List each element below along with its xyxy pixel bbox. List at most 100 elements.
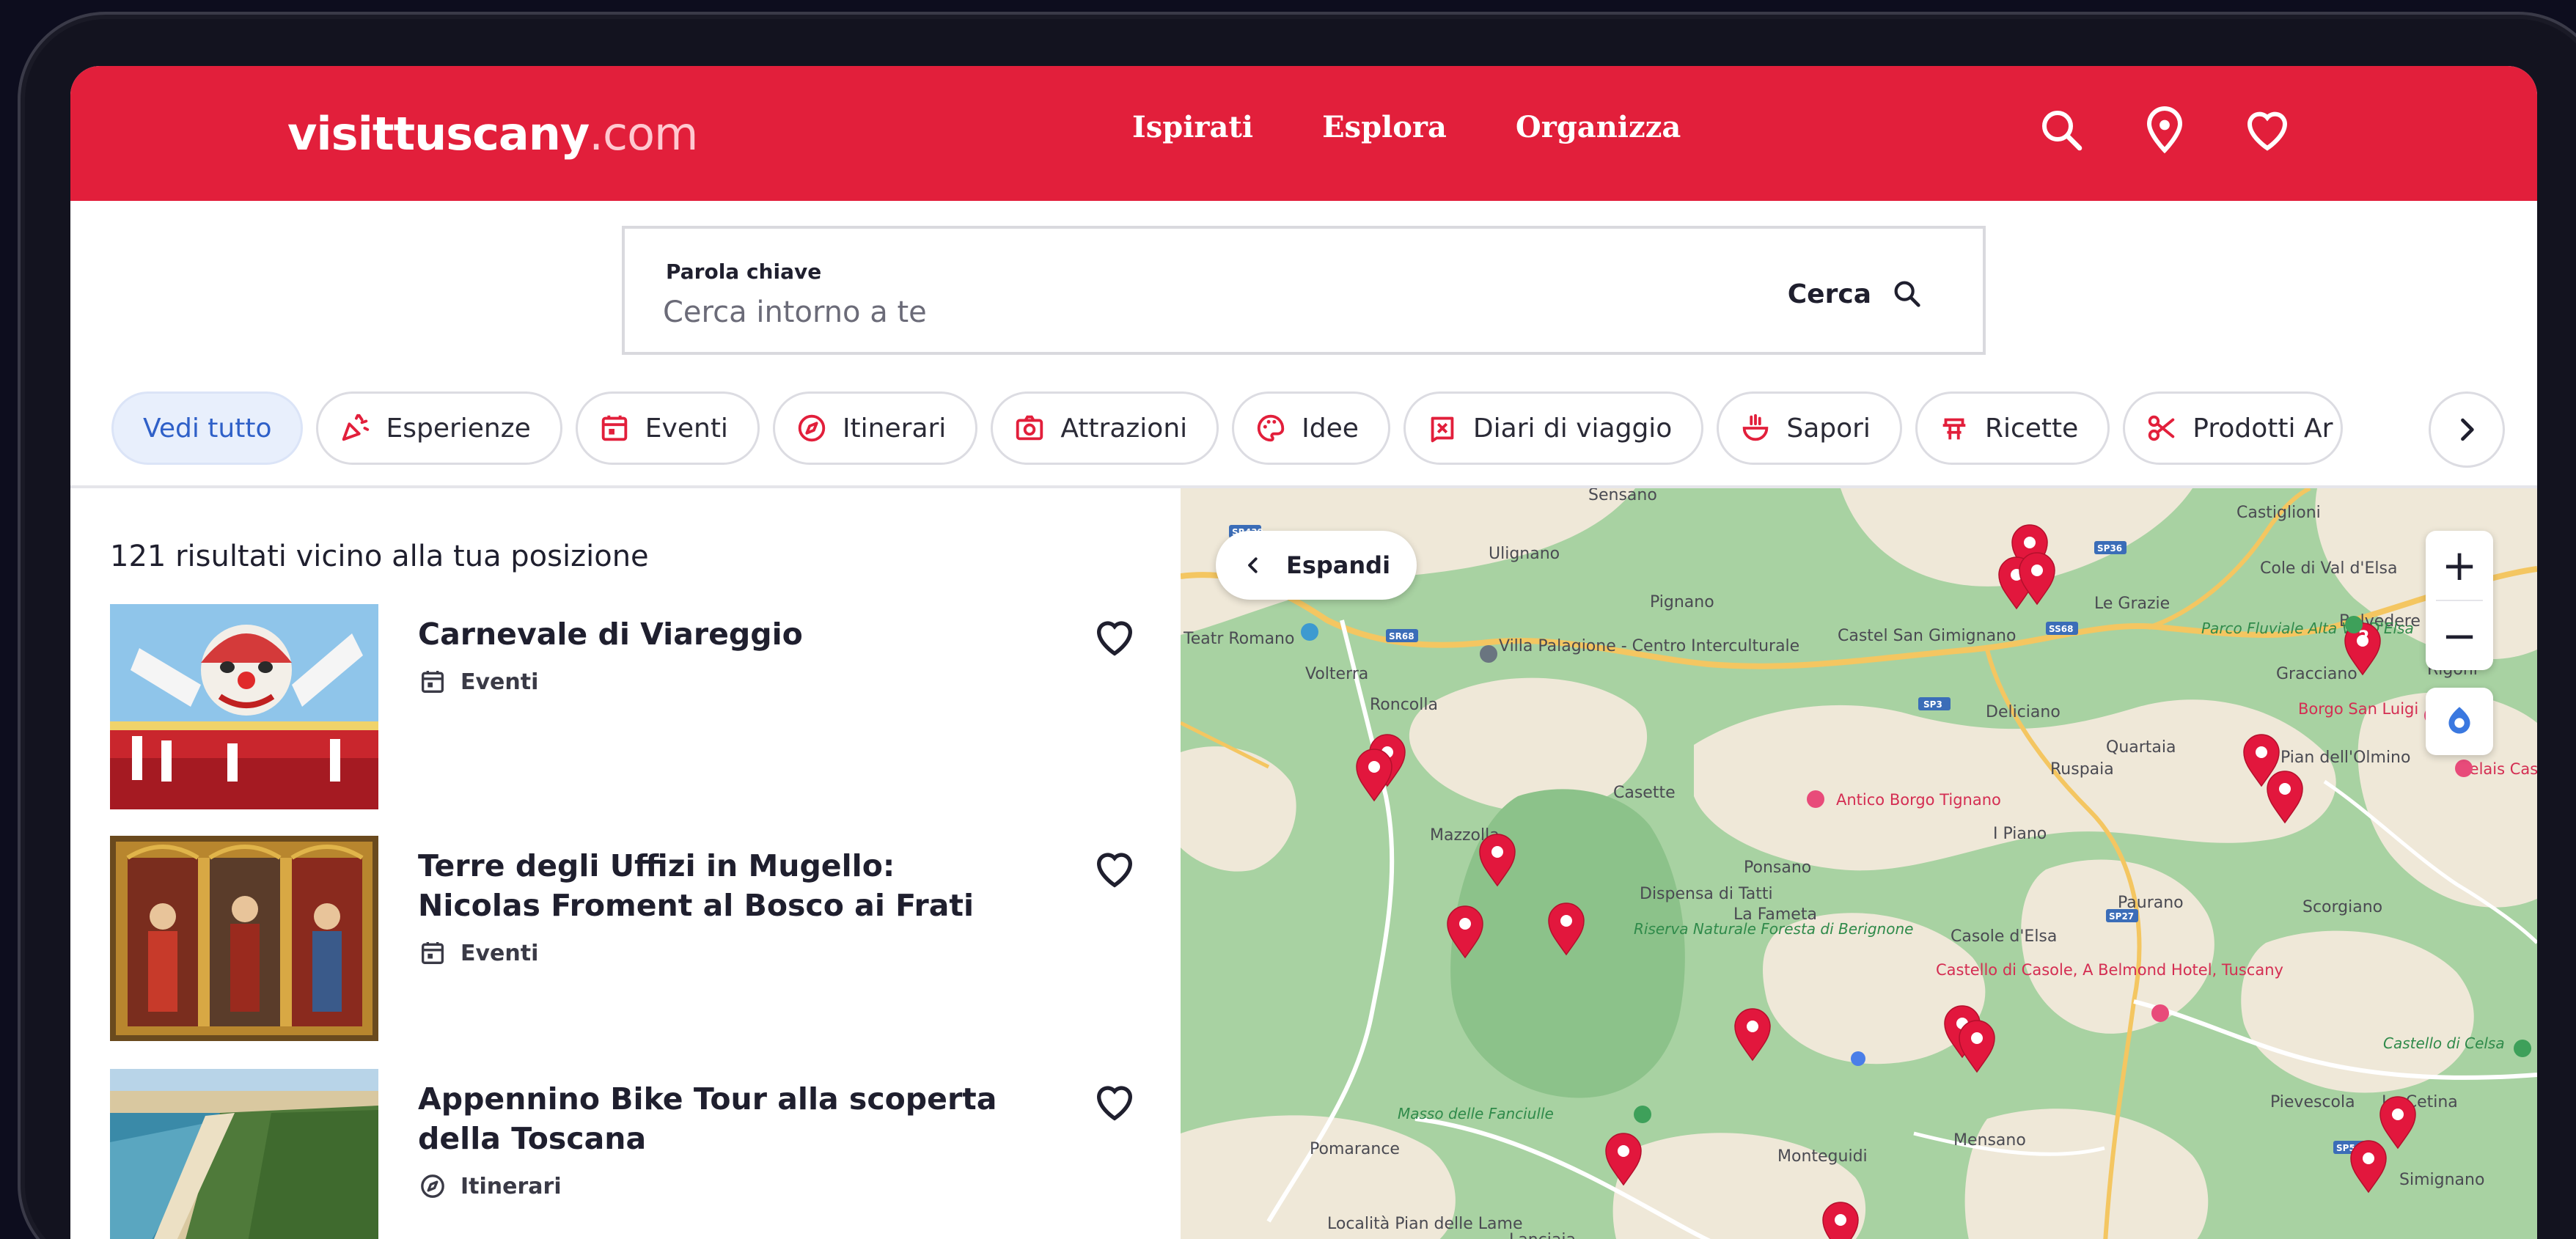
map-label: Cole di Val d'Elsa bbox=[2260, 559, 2397, 578]
map-label: Casette bbox=[1613, 784, 1676, 802]
map-label: Ruspaia bbox=[2050, 760, 2114, 779]
map-label: Masso delle Fanciulle bbox=[1398, 1105, 1554, 1122]
map-label: Villa Palagione - Centro Interculturale bbox=[1499, 637, 1799, 655]
poi-icon[interactable] bbox=[2345, 616, 2363, 633]
party-popper-icon bbox=[337, 411, 373, 446]
map-canvas[interactable]: SR439 SR68 SP36 SP3 SP27 SS68 SP541 Sens… bbox=[1181, 488, 2537, 1239]
filter-attrazioni[interactable]: Attrazioni bbox=[991, 391, 1219, 465]
poi-icon[interactable] bbox=[1807, 790, 1824, 808]
nav-organizza[interactable]: Organizza bbox=[1516, 110, 1681, 144]
zoom-in-button[interactable]: + bbox=[2426, 531, 2493, 600]
recipe-icon bbox=[1937, 411, 1972, 446]
result-card[interactable]: Appennino Bike Tour alla scoperta della … bbox=[110, 1069, 1137, 1239]
search-input[interactable] bbox=[663, 290, 1616, 334]
map-label: Monteguidi bbox=[1777, 1147, 1868, 1166]
browser-viewport: visittuscany.com Ispirati Esplora Organi… bbox=[70, 66, 2537, 1239]
result-title[interactable]: Carnevale di Viareggio bbox=[418, 614, 1019, 654]
chevron-left-icon bbox=[1248, 557, 1258, 573]
filter-diari-di-viaggio[interactable]: Diari di viaggio bbox=[1403, 391, 1704, 465]
poi-icon[interactable] bbox=[1480, 645, 1497, 663]
result-category: Itinerari bbox=[418, 1172, 562, 1201]
compass-icon bbox=[794, 411, 829, 446]
map-label: Antico Borgo Tignano bbox=[1836, 791, 2001, 809]
result-card[interactable]: Carnevale di Viareggio Eventi bbox=[110, 604, 1137, 809]
poi-icon[interactable] bbox=[2455, 760, 2473, 777]
filter-vedi-tutto[interactable]: Vedi tutto bbox=[111, 391, 304, 465]
favorite-heart-icon[interactable] bbox=[1091, 614, 1138, 661]
favorite-heart-icon[interactable] bbox=[1091, 846, 1138, 893]
my-location-button[interactable] bbox=[2426, 688, 2493, 755]
search-button[interactable]: Cerca bbox=[1788, 277, 1924, 311]
map-label: Castiglioni bbox=[2236, 504, 2321, 522]
result-thumbnail[interactable] bbox=[110, 836, 378, 1041]
map-label: Deliciano bbox=[1986, 703, 2061, 721]
map-label: Pignano bbox=[1650, 593, 1714, 611]
zoom-out-button[interactable]: − bbox=[2426, 601, 2493, 670]
map-label: Casole d'Elsa bbox=[1951, 927, 2057, 946]
search-icon[interactable] bbox=[2036, 104, 2088, 157]
map-label: Pomarance bbox=[1310, 1140, 1400, 1158]
expand-map-button[interactable]: Espandi bbox=[1216, 531, 1417, 600]
svg-text:SP27: SP27 bbox=[2109, 911, 2134, 922]
category-filter-bar: Vedi tutto Esperienze Eventi Itinerari A… bbox=[111, 391, 2344, 465]
nav-esplora[interactable]: Esplora bbox=[1322, 110, 1447, 144]
result-card[interactable]: Terre degli Uffizi in Mugello: Nicolas F… bbox=[110, 836, 1137, 1041]
svg-text:SS68: SS68 bbox=[2049, 624, 2073, 634]
camera-icon bbox=[1012, 411, 1047, 446]
map-label: Roncolla bbox=[1370, 696, 1438, 714]
results-map[interactable]: SR439 SR68 SP36 SP3 SP27 SS68 SP541 Sens… bbox=[1181, 488, 2537, 1239]
calendar-icon bbox=[422, 671, 444, 693]
map-label: Riserva Naturale Foresta di Berignone bbox=[1634, 920, 1913, 938]
map-label: Località Pian delle Lame bbox=[1327, 1215, 1523, 1233]
result-title[interactable]: Appennino Bike Tour alla scoperta della … bbox=[418, 1079, 1019, 1158]
map-cluster-count: 2 bbox=[2358, 628, 2369, 647]
map-label: Castello di Casole, A Belmond Hotel, Tus… bbox=[1936, 961, 2283, 979]
result-thumbnail[interactable] bbox=[110, 604, 378, 809]
nav-ispirati[interactable]: Ispirati bbox=[1132, 110, 1253, 144]
filter-esperienze[interactable]: Esperienze bbox=[316, 391, 562, 465]
search-label: Parola chiave bbox=[666, 260, 822, 284]
road-shield: SP36 bbox=[2094, 541, 2127, 554]
favorite-heart-icon[interactable] bbox=[1091, 1079, 1138, 1126]
poi-icon[interactable] bbox=[1634, 1106, 1651, 1123]
map-zoom-control: + − bbox=[2426, 531, 2493, 670]
palette-icon bbox=[1253, 411, 1288, 446]
map-label: Ponsano bbox=[1744, 859, 1811, 877]
filter-prodotti-artigianali[interactable]: Prodotti Ar bbox=[2123, 391, 2344, 465]
filter-eventi[interactable]: Eventi bbox=[575, 391, 760, 465]
filters-scroll-right-button[interactable] bbox=[2429, 391, 2505, 468]
result-category: Eventi bbox=[418, 667, 538, 696]
filter-itinerari[interactable]: Itinerari bbox=[772, 391, 978, 465]
map-label: Volterra bbox=[1305, 665, 1368, 683]
site-header: visittuscany.com Ispirati Esplora Organi… bbox=[70, 66, 2537, 201]
user-location-dot bbox=[1851, 1051, 1865, 1066]
target-location-icon bbox=[2448, 707, 2470, 734]
location-pin-icon[interactable] bbox=[2138, 104, 2191, 157]
filter-ricette[interactable]: Ricette bbox=[1915, 391, 2110, 465]
map-label: Sensano bbox=[1588, 488, 1657, 504]
map-label: Quartaia bbox=[2106, 738, 2176, 757]
result-thumbnail[interactable] bbox=[110, 1069, 378, 1239]
map-label: I Piano bbox=[1993, 825, 2047, 843]
map-marker[interactable] bbox=[1822, 1202, 1859, 1239]
results-count: 121 risultati vicino alla tua posizione bbox=[110, 540, 649, 573]
road-shield: SR68 bbox=[1386, 629, 1418, 642]
main-nav: Ispirati Esplora Organizza bbox=[1132, 110, 1681, 144]
scissors-icon bbox=[2144, 411, 2179, 446]
heart-icon[interactable] bbox=[2241, 104, 2294, 157]
bowl-icon bbox=[1738, 411, 1773, 446]
filter-sapori[interactable]: Sapori bbox=[1717, 391, 1902, 465]
map-label: Pievescola bbox=[2270, 1093, 2355, 1111]
poi-icon[interactable] bbox=[2514, 1040, 2531, 1057]
map-label: Parco Fluviale Alta Val D'Elsa bbox=[2201, 620, 2414, 637]
poi-icon[interactable] bbox=[1301, 623, 1318, 641]
map-label: Paurano bbox=[2118, 894, 2184, 912]
map-label: Simignano bbox=[2399, 1171, 2484, 1189]
result-title[interactable]: Terre degli Uffizi in Mugello: Nicolas F… bbox=[418, 846, 1019, 925]
calendar-icon bbox=[422, 942, 444, 964]
map-label: Scorgiano bbox=[2302, 898, 2382, 916]
site-logo[interactable]: visittuscany.com bbox=[287, 107, 698, 161]
poi-icon[interactable] bbox=[2151, 1004, 2169, 1022]
svg-text:SP36: SP36 bbox=[2097, 543, 2122, 554]
filter-idee[interactable]: Idee bbox=[1232, 391, 1390, 465]
